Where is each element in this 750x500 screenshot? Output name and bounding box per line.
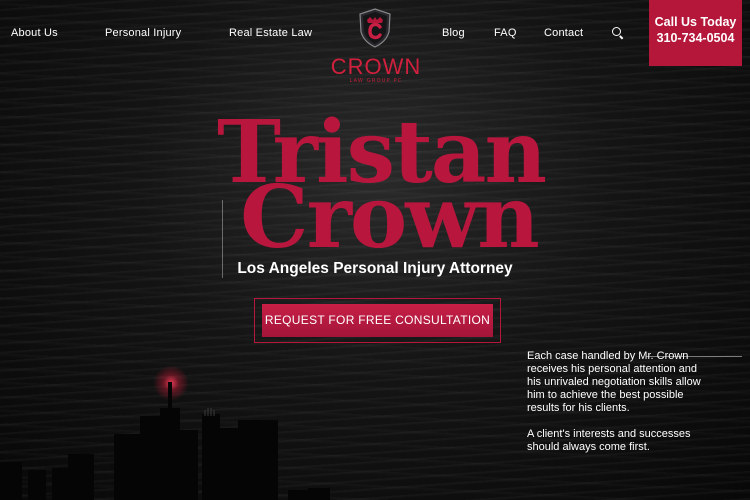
side-paragraph-1: Each case handled by Mr. Crown receives … xyxy=(527,350,701,414)
nav-personal-injury[interactable]: Personal Injury xyxy=(105,27,181,39)
call-us-label: Call Us Today xyxy=(654,15,737,29)
search-icon[interactable] xyxy=(612,27,624,40)
hero-title-last-name: Crown xyxy=(240,167,540,268)
crown-logo[interactable]: CROWN LAW GROUP PC xyxy=(330,8,422,86)
phone-number[interactable]: 310-734-0504 xyxy=(649,30,742,46)
call-us-box[interactable]: Call Us Today 310-734-0504 xyxy=(649,0,742,66)
side-paragraph-2: A client's interests and successes shoul… xyxy=(527,428,691,453)
nav-blog[interactable]: Blog xyxy=(442,27,465,39)
nav-about-us[interactable]: About Us xyxy=(11,27,58,39)
side-description: Each case handled by Mr. Crown receives … xyxy=(527,350,702,467)
logo-brand-text: CROWN xyxy=(330,54,422,79)
hero-subtitle: Los Angeles Personal Injury Attorney xyxy=(237,260,513,277)
nav-faq[interactable]: FAQ xyxy=(494,27,517,39)
request-consultation-button[interactable]: REQUEST FOR FREE CONSULTATION xyxy=(262,304,493,337)
nav-real-estate-law[interactable]: Real Estate Law xyxy=(229,27,312,39)
nav-contact[interactable]: Contact xyxy=(544,27,583,39)
shield-logo-icon xyxy=(359,8,391,48)
city-skyline-illustration xyxy=(0,382,330,500)
logo-subtitle: LAW GROUP PC xyxy=(349,78,403,84)
